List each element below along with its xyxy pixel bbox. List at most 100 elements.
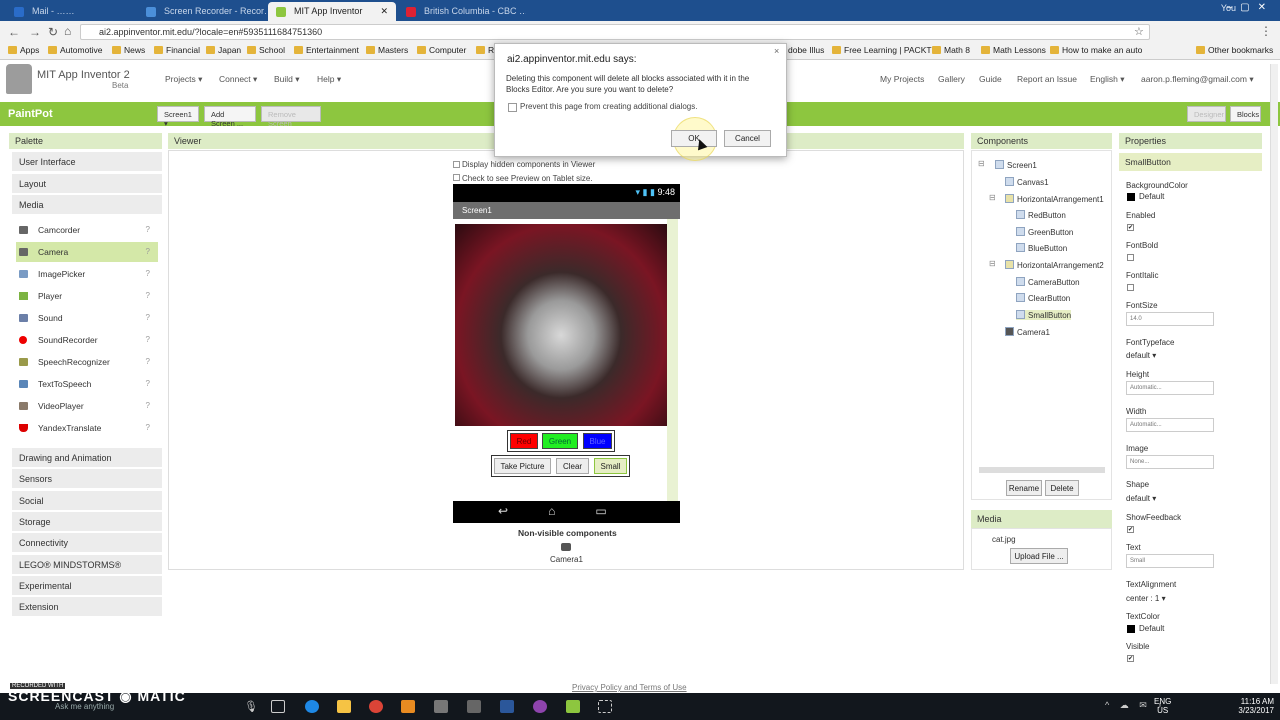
- bookmark-item[interactable]: Math Lessons: [981, 45, 1046, 55]
- palette-category-lego[interactable]: LEGO® MINDSTORMS®: [12, 555, 162, 575]
- red-button[interactable]: Red: [510, 433, 538, 449]
- palette-category-connectivity[interactable]: Connectivity: [12, 533, 162, 553]
- palette-item-yandextranslate[interactable]: YandexTranslate?: [16, 418, 158, 438]
- prop-text-input[interactable]: Small: [1126, 554, 1214, 568]
- word-icon[interactable]: [500, 700, 514, 713]
- palette-category-storage[interactable]: Storage: [12, 512, 162, 532]
- bookmark-item[interactable]: School: [247, 45, 285, 55]
- nonvisible-camera1[interactable]: Camera1: [550, 555, 583, 564]
- prop-enabled-checkbox[interactable]: ✔: [1127, 224, 1134, 231]
- app-inventor-taskbar-icon[interactable]: [566, 700, 580, 713]
- prop-backgroundcolor-value[interactable]: Default: [1139, 192, 1164, 201]
- file-explorer-icon[interactable]: [337, 700, 351, 713]
- task-view-icon[interactable]: [271, 700, 285, 713]
- delete-button[interactable]: Delete: [1045, 480, 1079, 496]
- tree-node-canvas1[interactable]: Canvas1: [1005, 177, 1049, 187]
- edge-icon[interactable]: [305, 700, 319, 713]
- palette-category-social[interactable]: Social: [12, 491, 162, 511]
- bookmark-item[interactable]: R: [476, 45, 494, 55]
- help-icon[interactable]: ?: [146, 379, 150, 388]
- clear-button[interactable]: Clear: [556, 458, 589, 474]
- link-guide[interactable]: Guide: [979, 74, 1002, 84]
- screen-select-button[interactable]: Screen1 ▾: [157, 106, 199, 128]
- address-bar[interactable]: ai2.appinventor.mit.edu/?locale=en#59351…: [80, 24, 1150, 40]
- help-icon[interactable]: ?: [146, 335, 150, 344]
- palette-item-speechrecognizer[interactable]: SpeechRecognizer?: [16, 352, 158, 372]
- help-icon[interactable]: ?: [146, 225, 150, 234]
- taskbar-search[interactable]: Ask me anything: [55, 702, 114, 711]
- help-icon[interactable]: ?: [146, 269, 150, 278]
- bookmark-item[interactable]: Free Learning | PACKT: [832, 45, 932, 55]
- palette-item-soundrecorder[interactable]: SoundRecorder?: [16, 330, 158, 350]
- browser-tab-app-inventor[interactable]: MIT App Inventor ✕: [268, 2, 396, 21]
- tree-node-harr1[interactable]: HorizontalArrangement1: [1005, 194, 1104, 204]
- help-icon[interactable]: ?: [146, 291, 150, 300]
- palette-item-player[interactable]: Player?: [16, 286, 158, 306]
- prop-fonttypeface-select[interactable]: default ▾: [1126, 351, 1156, 360]
- help-icon[interactable]: ?: [146, 313, 150, 322]
- menu-build[interactable]: Build ▾: [274, 74, 300, 85]
- link-report-issue[interactable]: Report an Issue: [1017, 74, 1077, 84]
- prop-showfeedback-checkbox[interactable]: ✔: [1127, 526, 1134, 533]
- green-button[interactable]: Green: [542, 433, 578, 449]
- bookmark-item[interactable]: Math 8: [932, 45, 970, 55]
- prop-visible-checkbox[interactable]: ✔: [1127, 655, 1134, 662]
- palette-category-drawing[interactable]: Drawing and Animation: [12, 448, 162, 468]
- palette-item-sound[interactable]: Sound?: [16, 308, 158, 328]
- close-tab-icon[interactable]: ✕: [380, 6, 388, 17]
- tree-node-greenbutton[interactable]: GreenButton: [1016, 227, 1073, 237]
- collapse-toggle-icon[interactable]: ⊟: [978, 159, 985, 168]
- palette-item-camera[interactable]: Camera?: [16, 242, 158, 262]
- help-icon[interactable]: ?: [146, 423, 150, 432]
- link-gallery[interactable]: Gallery: [938, 74, 965, 84]
- app-inventor-logo-icon[interactable]: [6, 64, 32, 94]
- palette-item-camcorder[interactable]: Camcorder?: [16, 220, 158, 240]
- privacy-link[interactable]: Privacy Policy and Terms of Use: [572, 683, 687, 692]
- palette-category-user-interface[interactable]: User Interface: [12, 152, 162, 172]
- blue-button[interactable]: Blue: [583, 433, 612, 449]
- language-indicator[interactable]: ENG US: [1154, 697, 1171, 715]
- menu-help[interactable]: Help ▾: [317, 74, 341, 85]
- calculator-icon[interactable]: [467, 700, 481, 713]
- taskbar-clock[interactable]: 11:16 AM 3/23/2017: [1238, 697, 1274, 715]
- browser-tab-cbc[interactable]: British Columbia - CBC …: [398, 2, 526, 21]
- menu-connect[interactable]: Connect ▾: [219, 74, 257, 85]
- tablet-preview-checkbox[interactable]: [453, 174, 460, 181]
- itunes-icon[interactable]: [533, 700, 547, 713]
- home-icon[interactable]: ⌂: [64, 24, 71, 38]
- prop-image-input[interactable]: None...: [1126, 455, 1214, 469]
- tree-node-smallbutton[interactable]: SmallButton: [1016, 310, 1072, 320]
- blocks-button[interactable]: Blocks: [1230, 106, 1261, 122]
- tree-horizontal-scrollbar[interactable]: [979, 467, 1105, 473]
- menu-projects[interactable]: Projects ▾: [165, 74, 202, 85]
- media-file-catjpg[interactable]: cat.jpg: [992, 535, 1016, 544]
- tree-node-redbutton[interactable]: RedButton: [1016, 210, 1066, 220]
- color-swatch[interactable]: [1127, 625, 1135, 633]
- prop-fontbold-checkbox[interactable]: [1127, 254, 1134, 261]
- phone-screen-title[interactable]: Screen1: [453, 202, 680, 219]
- ok-button[interactable]: OK: [671, 130, 717, 147]
- cancel-button[interactable]: Cancel: [724, 130, 771, 147]
- tree-node-bluebutton[interactable]: BlueButton: [1016, 243, 1067, 253]
- media-app-icon[interactable]: [401, 700, 415, 713]
- bookmark-item[interactable]: News: [112, 45, 145, 55]
- account-dropdown[interactable]: aaron.p.fleming@gmail.com ▾: [1141, 74, 1254, 85]
- tree-node-clearbutton[interactable]: ClearButton: [1016, 293, 1070, 303]
- collapse-toggle-icon[interactable]: ⊟: [989, 259, 996, 268]
- palette-category-layout[interactable]: Layout: [12, 174, 162, 194]
- palette-category-media[interactable]: Media: [12, 195, 162, 215]
- take-picture-button[interactable]: Take Picture: [494, 458, 551, 474]
- prop-fontitalic-checkbox[interactable]: [1127, 284, 1134, 291]
- tree-node-camerabutton[interactable]: CameraButton: [1016, 277, 1080, 287]
- rename-button[interactable]: Rename: [1006, 480, 1042, 496]
- microphone-icon[interactable]: 🎙: [244, 700, 258, 713]
- collapse-toggle-icon[interactable]: ⊟: [989, 193, 996, 202]
- bookmark-item[interactable]: Financial: [154, 45, 200, 55]
- prop-height-input[interactable]: Automatic...: [1126, 381, 1214, 395]
- tree-node-screen1[interactable]: Screen1: [995, 160, 1037, 170]
- bookmark-item[interactable]: Entertainment: [294, 45, 359, 55]
- upload-file-button[interactable]: Upload File ...: [1010, 548, 1068, 564]
- dialog-close-icon[interactable]: ×: [774, 46, 779, 56]
- forward-arrow-icon[interactable]: →: [29, 25, 41, 39]
- small-button[interactable]: Small: [594, 458, 627, 474]
